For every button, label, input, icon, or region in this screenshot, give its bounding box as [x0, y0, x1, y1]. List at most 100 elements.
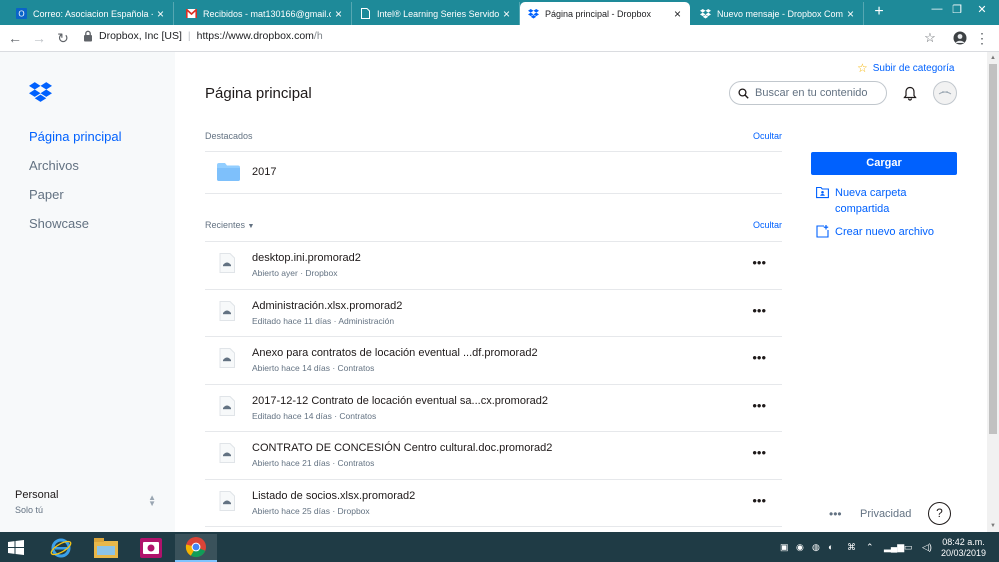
close-icon[interactable]: × — [674, 7, 684, 21]
list-item[interactable]: Listado de socios.xlsx.promorad2 Abierto… — [205, 480, 782, 527]
address-bar: ← → ↻ Dropbox, Inc [US] | https://www.dr… — [0, 25, 999, 52]
media-app-icon[interactable] — [130, 534, 172, 562]
bell-icon[interactable] — [903, 86, 917, 101]
profile-icon[interactable] — [953, 31, 967, 45]
search-box — [729, 81, 887, 105]
scroll-down-icon[interactable]: ▼ — [990, 523, 996, 529]
clock[interactable]: 08:42 a.m. 20/03/2019 — [941, 537, 986, 559]
account-switcher[interactable]: Personal Solo tú ▲ ▼ — [15, 489, 160, 515]
scrollbar-thumb[interactable] — [989, 64, 997, 434]
new-shared-folder-link[interactable]: Nueva carpeta compartida — [816, 185, 907, 217]
chrome-icon[interactable] — [175, 534, 217, 562]
more-options-icon[interactable]: ••• — [752, 303, 766, 318]
sidebar-item-files[interactable]: Archivos — [29, 158, 122, 187]
minimize-icon[interactable]: — — [930, 3, 944, 15]
account-name: Personal — [15, 489, 59, 501]
file-icon — [219, 395, 235, 416]
tab-title: Nuevo mensaje - Dropbox Com — [717, 8, 843, 19]
avatar[interactable] — [933, 81, 957, 105]
upload-button[interactable]: Cargar — [811, 152, 957, 175]
back-icon[interactable]: ← — [8, 31, 22, 45]
file-name[interactable]: Listado de socios.xlsx.promorad2 — [252, 490, 415, 502]
create-file-link[interactable]: Crear nuevo archivo — [816, 224, 934, 240]
file-meta: Abierto hace 21 días · Contratos — [252, 458, 375, 468]
taskbar: ▣ ◉ ◍ ◐ ⌘ ⌃ ▂▄▆ ▭ ◁) 08:42 a.m. 20/03/20… — [0, 532, 999, 562]
chevron-updown-icon: ▲ ▼ — [148, 493, 156, 508]
page-scrollbar[interactable]: ▲ ▼ — [987, 52, 999, 532]
bookmark-star-icon[interactable]: ☆ — [923, 31, 937, 45]
more-options-icon[interactable]: ••• — [752, 398, 766, 413]
featured-item[interactable]: 2017 — [205, 153, 782, 193]
file-name[interactable]: desktop.ini.promorad2 — [252, 252, 361, 264]
dropbox-icon — [700, 8, 711, 19]
tray-app-icon[interactable]: ▣ — [780, 542, 789, 553]
menu-kebab-icon[interactable]: ⋮ — [975, 31, 989, 45]
tab-dropbox-message[interactable]: Nuevo mensaje - Dropbox Com × — [692, 2, 864, 25]
file-meta: Editado hace 14 días · Contratos — [252, 410, 377, 421]
list-item[interactable]: CONTRATO DE CONCESIÓN Centro cultural.do… — [205, 432, 782, 480]
volume-icon[interactable]: ◁) — [922, 542, 932, 553]
reload-icon[interactable]: ↻ — [56, 31, 70, 45]
recent-heading-label: Recientes — [205, 220, 246, 230]
more-options-icon[interactable]: ••• — [752, 255, 766, 270]
list-item[interactable]: Administración.xlsx.promorad2 Editado ha… — [205, 290, 782, 337]
close-icon[interactable]: × — [503, 7, 513, 21]
recent-hide-link[interactable]: Ocultar — [753, 220, 782, 230]
divider — [205, 151, 782, 152]
new-tab-button[interactable]: + — [870, 3, 888, 21]
dropbox-icon — [528, 8, 539, 19]
browser-tab-strip: O Correo: Asociacion Española - C × Reci… — [0, 0, 999, 25]
tray-app-icon[interactable]: ⌘ — [847, 542, 856, 553]
close-icon[interactable]: × — [157, 7, 167, 21]
internet-explorer-icon[interactable] — [40, 534, 82, 562]
sidebar-item-home[interactable]: Página principal — [29, 129, 122, 158]
tray-app-icon[interactable]: ◍ — [812, 542, 820, 553]
more-options-icon[interactable]: ••• — [752, 445, 766, 460]
list-item[interactable]: Anexo para contratos de locación eventua… — [205, 337, 782, 385]
recent-header: Recientes ▼ Ocultar — [205, 220, 782, 230]
tray-app-icon[interactable]: ◐ — [828, 542, 833, 552]
tab-dropbox-home[interactable]: Página principal - Dropbox × — [520, 2, 690, 25]
file-meta: Abierto hace 25 días · Dropbox — [252, 505, 370, 516]
upgrade-link[interactable]: ☆ Subir de categoría — [857, 61, 954, 75]
file-name[interactable]: Administración.xlsx.promorad2 — [252, 300, 402, 312]
sidebar-item-paper[interactable]: Paper — [29, 187, 122, 216]
tab-outlook[interactable]: O Correo: Asociacion Española - C × — [8, 2, 174, 25]
divider — [205, 193, 782, 194]
privacy-link[interactable]: Privacidad — [860, 508, 911, 520]
tab-title: Recibidos - mat130166@gmail.co — [203, 8, 331, 19]
windows-start-icon[interactable] — [8, 540, 24, 555]
more-options-icon[interactable]: ••• — [752, 493, 766, 508]
forward-icon[interactable]: → — [32, 31, 46, 45]
more-options-icon[interactable]: ••• — [752, 350, 766, 365]
tray-app-icon[interactable]: ◉ — [796, 542, 804, 553]
notification-chevron-icon[interactable]: ⌃ — [866, 542, 874, 553]
battery-icon[interactable]: ▭ — [904, 542, 913, 553]
file-name[interactable]: CONTRATO DE CONCESIÓN Centro cultural.do… — [252, 442, 552, 454]
sidebar-item-showcase[interactable]: Showcase — [29, 216, 122, 245]
file-meta: Abierto hace 14 días · Contratos — [252, 363, 375, 373]
close-icon[interactable]: × — [335, 7, 345, 21]
dropbox-logo-icon[interactable] — [29, 82, 52, 108]
featured-hide-link[interactable]: Ocultar — [753, 131, 782, 141]
close-window-icon[interactable]: ✕ — [975, 3, 989, 16]
network-icon[interactable]: ▂▄▆ — [884, 542, 904, 553]
more-options-icon[interactable]: ••• — [829, 507, 842, 521]
search-input[interactable] — [755, 87, 885, 99]
close-icon[interactable]: × — [847, 7, 857, 21]
list-item[interactable]: 2017-12-12 Contrato de locación eventual… — [205, 385, 782, 432]
file-name[interactable]: 2017-12-12 Contrato de locación eventual… — [252, 395, 548, 407]
tab-title: Intel® Learning Series Servidor — [377, 8, 499, 19]
restore-icon[interactable]: ❐ — [950, 3, 964, 16]
tab-intel[interactable]: Intel® Learning Series Servidor × — [352, 2, 520, 25]
omnibox[interactable]: Dropbox, Inc [US] | https://www.dropbox.… — [82, 30, 323, 42]
tab-gmail[interactable]: Recibidos - mat130166@gmail.co × — [178, 2, 352, 25]
list-item[interactable]: desktop.ini.promorad2 Abierto ayer · Dro… — [205, 242, 782, 290]
scroll-up-icon[interactable]: ▲ — [990, 55, 996, 61]
svg-text:O: O — [18, 10, 24, 19]
recent-heading[interactable]: Recientes ▼ — [205, 220, 254, 230]
file-icon — [219, 443, 235, 463]
file-explorer-icon[interactable] — [85, 534, 127, 562]
file-name[interactable]: Anexo para contratos de locación eventua… — [252, 347, 538, 359]
help-button[interactable]: ? — [928, 502, 951, 525]
